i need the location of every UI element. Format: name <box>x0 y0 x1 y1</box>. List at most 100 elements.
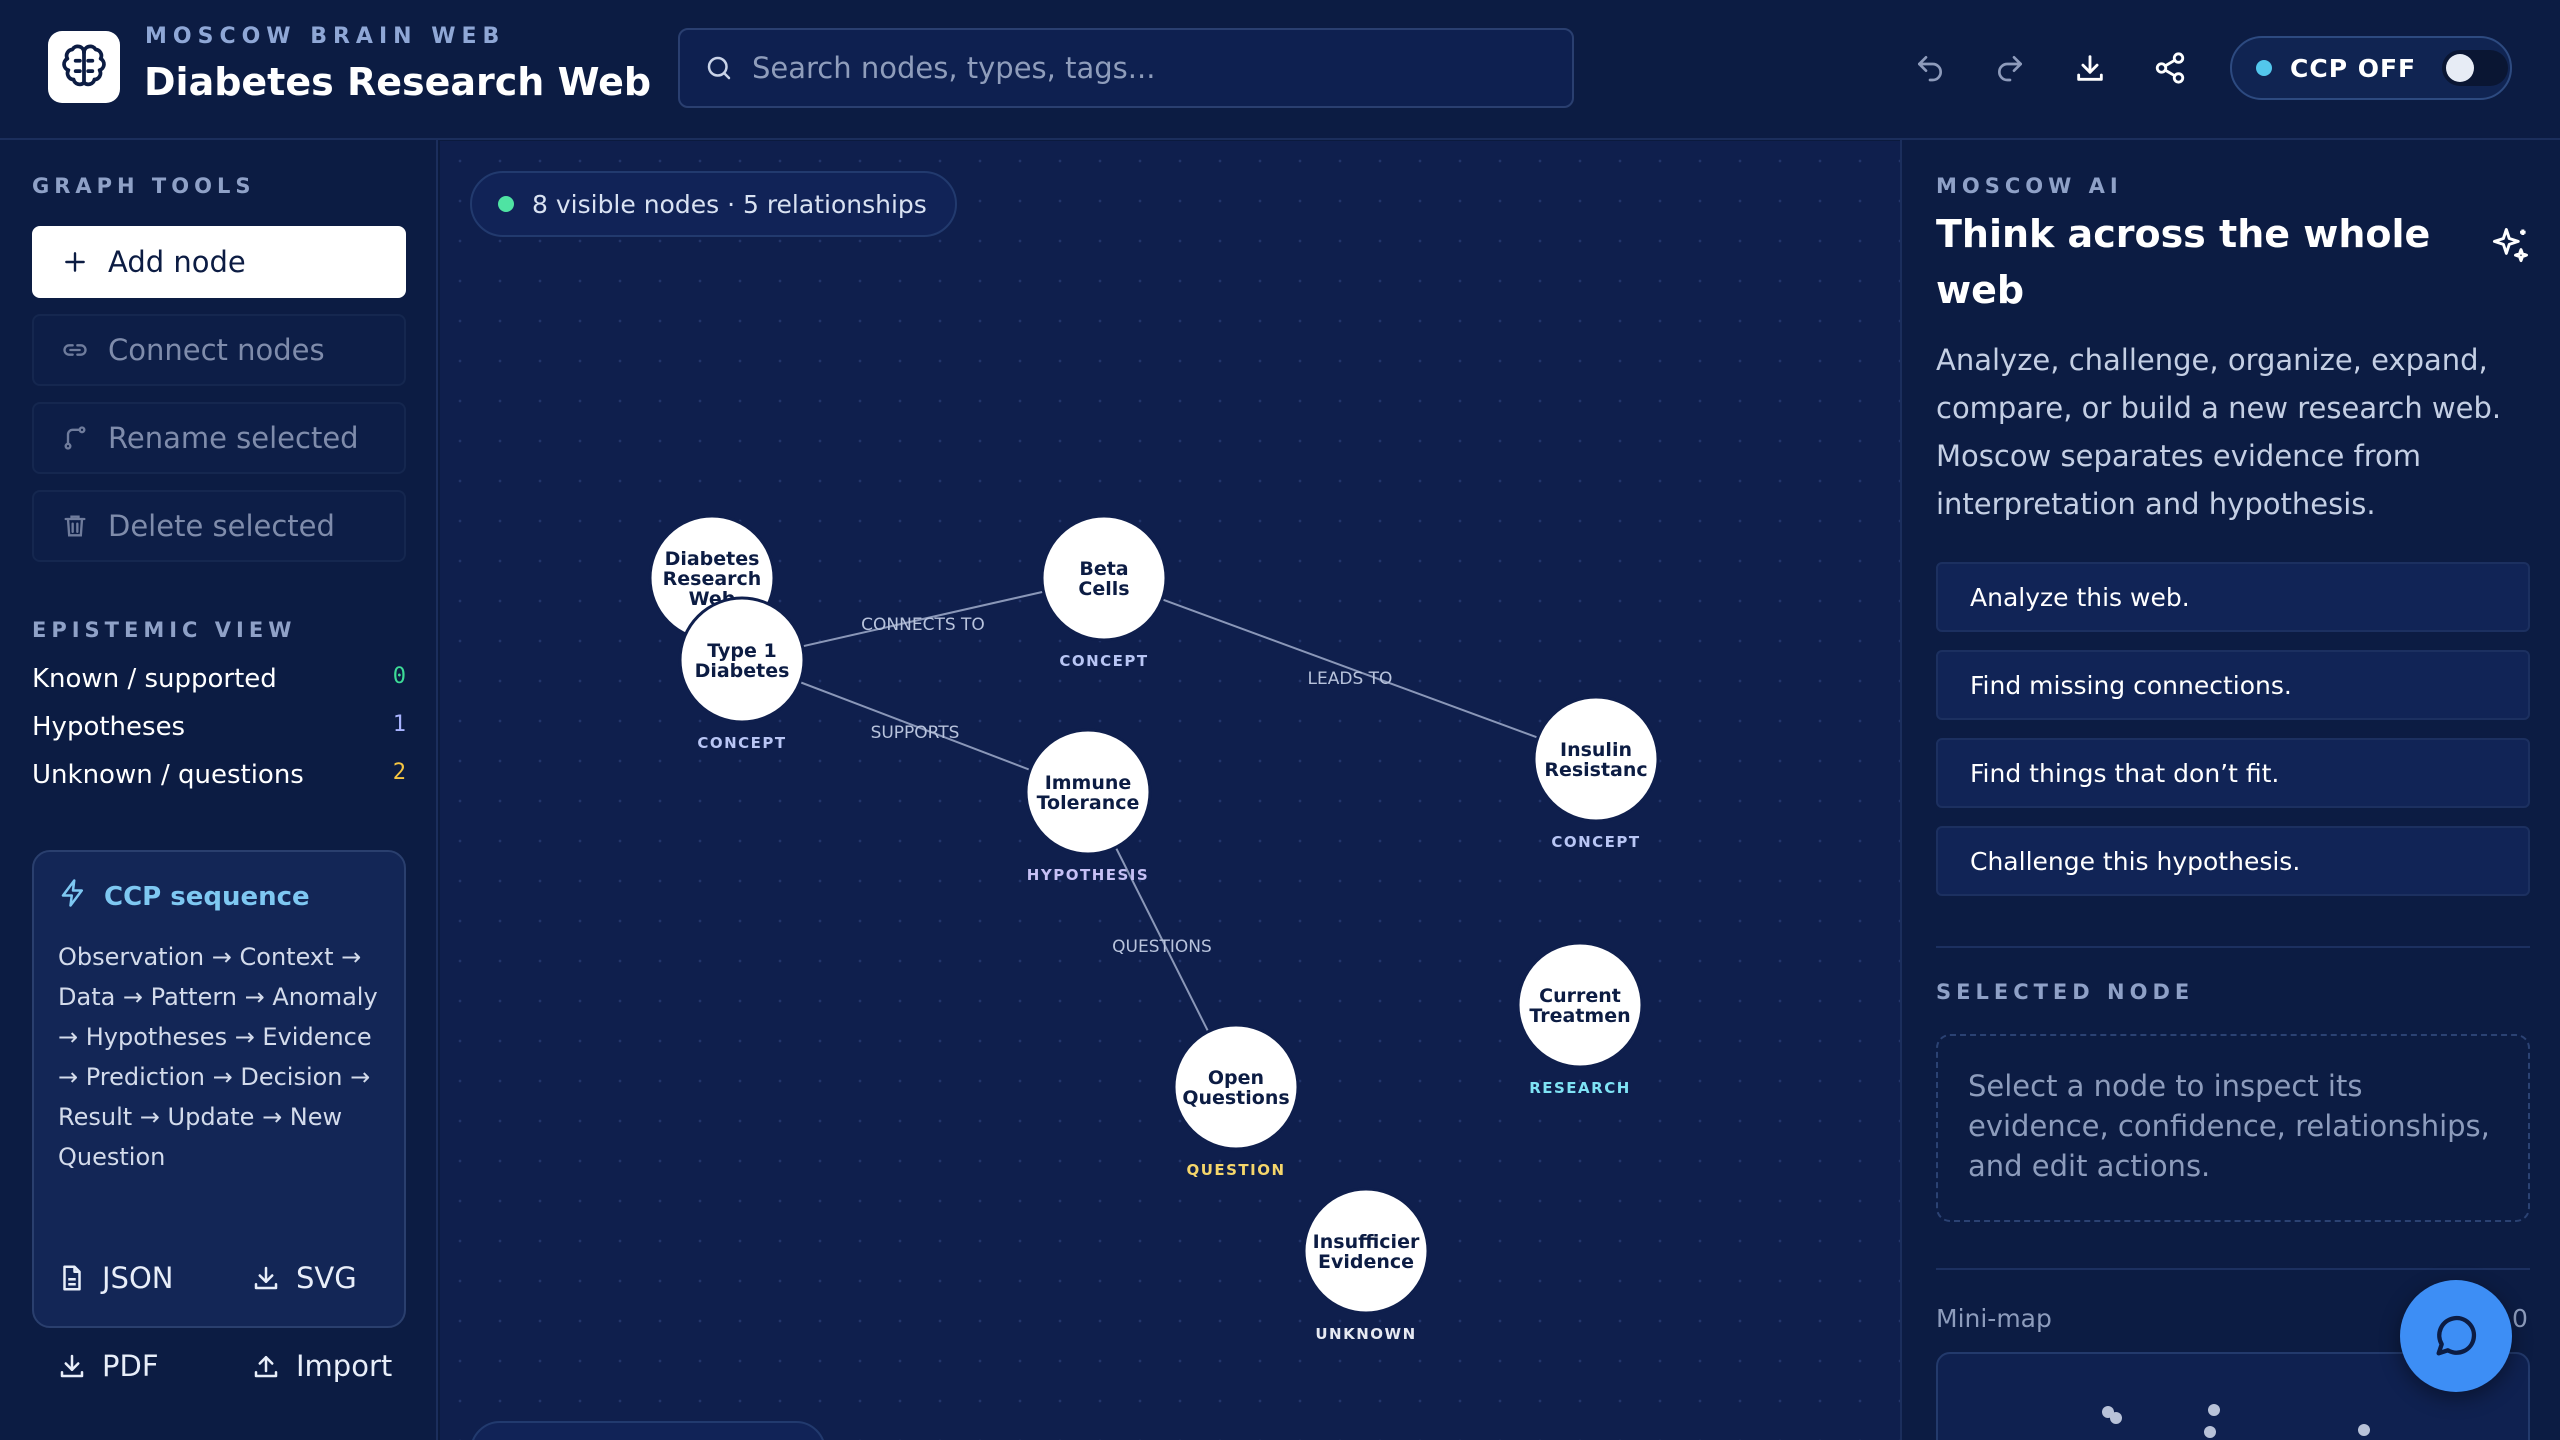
export-pdf-button[interactable]: PDF <box>56 1338 206 1394</box>
edge-label: QUESTIONS <box>1112 937 1212 957</box>
graph-status-pill: 8 visible nodes · 5 relationships <box>470 171 957 237</box>
download-icon <box>250 1262 282 1294</box>
prompt-anomalies-button[interactable]: Find things that don’t fit. <box>1936 738 2530 808</box>
panel-divider <box>1936 1268 2530 1270</box>
epistemic-hypotheses-label: Hypotheses <box>32 712 186 742</box>
epistemic-known-label: Known / supported <box>32 664 277 694</box>
ai-description: Analyze, challenge, organize, expand, co… <box>1936 343 2502 521</box>
web-title: Diabetes Research Web <box>144 60 652 104</box>
selected-node-placeholder: Select a node to inspect its evidence, c… <box>1936 1034 2530 1222</box>
epistemic-hypotheses-count: 1 <box>392 712 406 737</box>
epistemic-known-count: 0 <box>392 664 406 689</box>
export-json-button[interactable]: JSON <box>56 1250 206 1306</box>
graph-node-beta-cells[interactable]: Beta Cells CONCEPT <box>1040 514 1168 670</box>
graph-tools-label: GRAPH TOOLS <box>32 174 256 198</box>
graph-node-current-treatments[interactable]: Current Treatmen RESEARCH <box>1516 941 1644 1097</box>
node-type-label: CONCEPT <box>697 734 786 752</box>
export-pdf-label: PDF <box>102 1349 159 1383</box>
graph-node-insufficient-evidence[interactable]: Insufficier Evidence UNKNOWN <box>1302 1187 1430 1343</box>
plus-icon <box>60 247 90 277</box>
export-svg-button[interactable]: SVG <box>250 1250 400 1306</box>
import-button[interactable]: Import <box>250 1338 400 1394</box>
share-icon[interactable] <box>2148 46 2192 90</box>
edge-label: SUPPORTS <box>871 723 960 743</box>
edge-label: LEADS TO <box>1308 669 1393 689</box>
node-label: Current Treatmen <box>1529 985 1630 1027</box>
graph-node-insulin-resistance[interactable]: Insulin ResistancCONCEPT <box>1532 695 1660 851</box>
search-icon <box>707 56 731 80</box>
lightning-icon <box>58 878 88 915</box>
connect-nodes-button[interactable]: Connect nodes <box>32 314 406 386</box>
download-icon[interactable] <box>2068 46 2112 90</box>
upload-icon <box>250 1350 282 1382</box>
node-type-label: CONCEPT <box>1551 833 1640 851</box>
ccp-toggle-label: CCP OFF <box>2290 53 2417 83</box>
export-json-label: JSON <box>102 1261 174 1295</box>
minimap-node <box>2110 1412 2122 1424</box>
file-icon <box>56 1262 88 1294</box>
graph-node-open-questions[interactable]: Open QuestionsQUESTION <box>1172 1023 1300 1179</box>
trash-icon <box>60 511 90 541</box>
chat-bubble-icon <box>2436 1315 2477 1356</box>
minimap-zoom: 0 <box>2512 1304 2528 1333</box>
ccp-card-title: CCP sequence <box>104 881 310 912</box>
epistemic-unknown-count: 2 <box>392 760 406 785</box>
search-input[interactable] <box>752 51 1552 85</box>
epistemic-hypotheses-row[interactable]: Hypotheses 1 <box>32 712 406 742</box>
graph-status-text: 8 visible nodes · 5 relationships <box>532 189 927 219</box>
ccp-switch[interactable] <box>2442 50 2509 86</box>
brain-logo-icon[interactable] <box>48 31 120 103</box>
delete-selected-label: Delete selected <box>108 509 335 543</box>
epistemic-view-label: EPISTEMIC VIEW <box>32 618 297 642</box>
ccp-status-dot <box>2256 60 2272 76</box>
panel-divider <box>1936 946 2530 948</box>
add-node-button[interactable]: Add node <box>32 226 406 298</box>
link-icon <box>60 335 90 365</box>
download-icon <box>56 1350 88 1382</box>
node-label: Beta Cells <box>1078 558 1129 600</box>
minimap-node <box>2208 1404 2220 1416</box>
add-node-label: Add node <box>108 245 246 279</box>
node-label: Insufficier Evidence <box>1313 1231 1420 1273</box>
epistemic-known-row[interactable]: Known / supported 0 <box>32 664 406 694</box>
undo-icon[interactable] <box>1908 46 1952 90</box>
delete-selected-button[interactable]: Delete selected <box>32 490 406 562</box>
node-type-label: RESEARCH <box>1529 1079 1631 1097</box>
graph-node-type-1-diabetes[interactable]: Type 1 Diabetes CONCEPT <box>678 596 806 752</box>
status-dot <box>498 196 514 212</box>
ai-title: Think across the whole web <box>1936 212 2431 312</box>
canvas-bottom-pill[interactable] <box>470 1421 826 1440</box>
node-type-label: QUESTION <box>1186 1161 1285 1179</box>
prompt-missing-connections-button[interactable]: Find missing connections. <box>1936 650 2530 720</box>
minimap-node <box>2204 1426 2216 1438</box>
redo-icon[interactable] <box>1988 46 2032 90</box>
epistemic-unknown-row[interactable]: Unknown / questions 2 <box>32 760 406 790</box>
epistemic-unknown-label: Unknown / questions <box>32 760 304 790</box>
node-type-label: CONCEPT <box>1059 652 1148 670</box>
search-bar[interactable] <box>678 28 1574 108</box>
export-svg-label: SVG <box>296 1261 357 1295</box>
minimap-node <box>2358 1424 2370 1436</box>
node-type-label: HYPOTHESIS <box>1027 866 1149 884</box>
chat-button[interactable] <box>2400 1280 2512 1392</box>
rename-selected-label: Rename selected <box>108 421 359 455</box>
ai-panel: MOSCOW AI Think across the whole web Ana… <box>1900 140 2560 1440</box>
edge-label: CONNECTS TO <box>861 615 985 635</box>
left-sidebar: GRAPH TOOLS Add node Connect nodes Renam… <box>0 140 438 1440</box>
ccp-card-header: CCP sequence <box>58 878 380 915</box>
ccp-switch-knob <box>2446 54 2475 82</box>
branch-icon <box>60 423 90 453</box>
prompt-analyze-button[interactable]: Analyze this web. <box>1936 562 2530 632</box>
sparkle-icon[interactable] <box>2488 224 2532 272</box>
graph-svg[interactable]: CONNECTS TOLEADS TOSUPPORTSQUESTIONSDiab… <box>440 141 1900 1440</box>
node-label: Type 1 Diabetes <box>695 640 790 682</box>
graph-node-immune-tolerance[interactable]: Immune Tolerance HYPOTHESIS <box>1024 728 1152 884</box>
selected-node-label: SELECTED NODE <box>1936 980 2195 1004</box>
graph-canvas[interactable]: CONNECTS TO LEADS TO SUPPORTS QUESTIONS Diab… <box>440 141 1900 1440</box>
rename-selected-button[interactable]: Rename selected <box>32 402 406 474</box>
prompt-challenge-button[interactable]: Challenge this hypothesis. <box>1936 826 2530 896</box>
app-header: MOSCOW BRAIN WEB Diabetes Research Web C… <box>0 0 2560 140</box>
ccp-toggle[interactable]: CCP OFF <box>2230 36 2512 100</box>
connect-nodes-label: Connect nodes <box>108 333 325 367</box>
minimap-label: Mini-map <box>1936 1304 2052 1333</box>
